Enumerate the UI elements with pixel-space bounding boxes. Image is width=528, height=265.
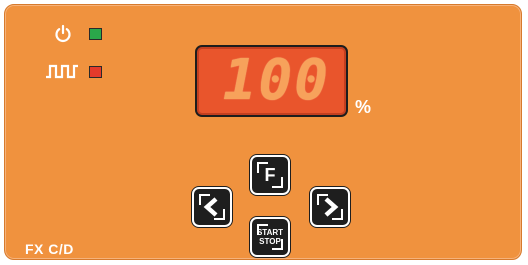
right-button[interactable] — [310, 187, 350, 227]
digital-display: 100 — [195, 45, 348, 117]
stop-label: STOP — [259, 237, 281, 246]
start-stop-button[interactable]: START STOP — [250, 217, 290, 257]
f-button[interactable]: F — [250, 155, 290, 195]
start-stop-label: START STOP — [252, 219, 288, 255]
chevron-left-icon — [203, 197, 218, 217]
chevron-right-icon — [324, 197, 339, 217]
model-label: FX C/D — [25, 241, 74, 257]
left-button[interactable] — [192, 187, 232, 227]
control-panel: 100 % F START STOP FX C/D — [4, 4, 522, 260]
display-value: 100 — [222, 48, 330, 113]
unit-label: % — [355, 97, 372, 117]
start-label: START — [256, 228, 284, 237]
pulse-led — [89, 66, 102, 78]
power-led — [89, 28, 102, 40]
f-button-label: F — [264, 164, 276, 185]
power-icon — [55, 24, 71, 43]
square-wave-icon — [46, 64, 78, 79]
